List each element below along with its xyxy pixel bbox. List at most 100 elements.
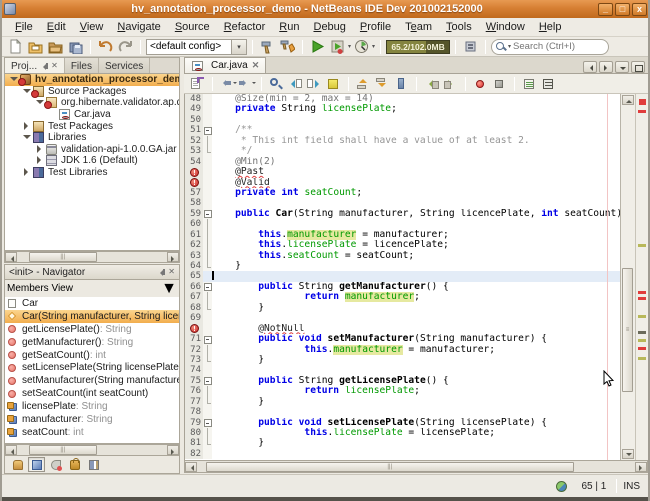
error-stripe[interactable] xyxy=(635,94,648,460)
menu-refactor[interactable]: Refactor xyxy=(217,19,273,35)
menu-navigate[interactable]: Navigate xyxy=(110,19,167,35)
code-line-72[interactable]: 72 this.manufacturer = manufacturer; xyxy=(185,345,648,355)
navigator-members-list[interactable]: CarCar(String manufacturer, String licen… xyxy=(4,297,180,444)
code-line-60[interactable]: 60 xyxy=(185,219,648,229)
expand-icon[interactable] xyxy=(22,122,31,131)
tree-node-jdk-1-6-default-[interactable]: JDK 1.6 (Default) xyxy=(5,155,179,167)
undo-button[interactable] xyxy=(96,38,115,55)
maximize-editor-button[interactable] xyxy=(631,61,645,73)
chevron-down-icon[interactable]: ▼ xyxy=(161,281,177,297)
code-line-48[interactable]: 48 @Size(min = 2, max = 14) xyxy=(185,94,648,104)
config-value[interactable]: <default config> xyxy=(146,39,232,55)
tree-node-car-java[interactable]: Car.java xyxy=(5,109,179,121)
scroll-right-button[interactable] xyxy=(167,252,179,262)
navigator-item-licenseplate[interactable]: licensePlate : String xyxy=(5,400,179,413)
editor-code-lines[interactable]: 48 @Size(min = 2, max = 14)49 private St… xyxy=(184,94,648,460)
next-bookmark-button[interactable] xyxy=(374,76,391,92)
menu-source[interactable]: Source xyxy=(168,19,217,35)
close-panel-icon[interactable]: ✕ xyxy=(51,62,58,70)
code-line-52[interactable]: 52 * This int field shall have a value o… xyxy=(185,136,648,146)
collapse-icon[interactable] xyxy=(22,133,31,142)
sort-by-name-filter-button[interactable] xyxy=(85,457,102,472)
profile-button[interactable] xyxy=(352,38,371,55)
stripe-mark-olive[interactable] xyxy=(638,357,646,360)
code-line-69[interactable]: 69 xyxy=(185,313,648,323)
find-previous-button[interactable] xyxy=(287,76,304,92)
maximize-button[interactable]: □ xyxy=(615,3,630,16)
collapse-icon[interactable] xyxy=(9,75,18,84)
forward-button[interactable] xyxy=(238,76,255,92)
menu-run[interactable]: Run xyxy=(272,19,306,35)
navigator-item-getmanufacturer-[interactable]: getManufacturer() : String xyxy=(5,336,179,349)
scroll-tabs-right-button[interactable] xyxy=(599,61,613,73)
code-line-70[interactable]: ! @NotNull xyxy=(185,324,648,334)
menu-debug[interactable]: Debug xyxy=(306,19,352,35)
scroll-up-button[interactable] xyxy=(622,95,634,105)
new-project-button[interactable] xyxy=(26,38,45,55)
find-button[interactable] xyxy=(268,76,285,92)
shift-line-left-button[interactable] xyxy=(423,76,440,92)
memory-meter[interactable]: 65.2/102.0MB xyxy=(386,40,450,54)
code-line-49[interactable]: 49 private String licensePlate; xyxy=(185,104,648,114)
redo-button[interactable] xyxy=(116,38,135,55)
menu-help[interactable]: Help xyxy=(532,19,569,35)
code-line-64[interactable]: 64 } xyxy=(185,261,648,271)
projects-hscrollbar[interactable]: ||| xyxy=(4,251,180,263)
fold-toggle-icon[interactable] xyxy=(203,334,212,344)
scroll-down-button[interactable] xyxy=(622,449,634,459)
fold-toggle-icon[interactable] xyxy=(203,376,212,386)
search-icon[interactable] xyxy=(496,42,506,52)
expand-icon[interactable] xyxy=(35,145,44,154)
menu-team[interactable]: Team xyxy=(398,19,439,35)
close-panel-icon[interactable]: ✕ xyxy=(168,268,175,276)
navigator-item-car-string-manufacturer-string[interactable]: Car(String manufacturer, String licenceP… xyxy=(5,310,179,323)
editor-hscrollbar[interactable]: ||| xyxy=(184,460,648,473)
scroll-left-button[interactable] xyxy=(5,252,17,262)
tab-files[interactable]: Files xyxy=(65,58,99,73)
code-line-65[interactable]: 65 xyxy=(185,271,648,281)
navigator-item-car[interactable]: Car xyxy=(5,297,179,310)
code-line-54[interactable]: 54 @Min(2) xyxy=(185,157,648,167)
tab-list-dropdown-button[interactable] xyxy=(615,61,629,73)
projects-tree[interactable]: hv_annotation_processor_demoSource Packa… xyxy=(4,73,180,251)
code-line-80[interactable]: 80 this.licensePlate = licensePlate; xyxy=(185,428,648,438)
code-line-63[interactable]: 63 this.seatCount = seatCount; xyxy=(185,251,648,261)
navigator-item-setseatcount-int-seatcount-[interactable]: setSeatCount(int seatCount) xyxy=(5,387,179,400)
code-line-50[interactable]: 50 xyxy=(185,115,648,125)
record-macro-button[interactable] xyxy=(472,76,489,92)
tree-node-test-packages[interactable]: Test Packages xyxy=(5,120,179,132)
code-line-81[interactable]: 81 } xyxy=(185,438,648,448)
navigator-item-manufacturer[interactable]: manufacturer : String xyxy=(5,413,179,426)
menu-view[interactable]: View xyxy=(73,19,111,35)
close-tab-icon[interactable]: ✕ xyxy=(252,60,260,71)
code-line-68[interactable]: 68 } xyxy=(185,303,648,313)
garbage-collect-button[interactable] xyxy=(461,38,480,55)
expand-icon[interactable] xyxy=(22,168,31,177)
stripe-mark-red[interactable] xyxy=(638,110,646,113)
expand-icon[interactable] xyxy=(35,156,44,165)
code-line-74[interactable]: 74 xyxy=(185,365,648,375)
stop-macro-button[interactable] xyxy=(491,76,508,92)
scroll-right-button[interactable] xyxy=(635,462,647,472)
last-edit-button[interactable] xyxy=(189,76,206,92)
code-line-53[interactable]: 53 */ xyxy=(185,146,648,156)
error-gutter-icon[interactable]: ! xyxy=(185,167,203,177)
navigator-item-getlicenseplate-[interactable]: getLicensePlate() : String xyxy=(5,323,179,336)
minimize-panel-icon[interactable] xyxy=(157,268,165,276)
tree-node-org-hibernate-validator-ap-dem[interactable]: org.hibernate.validator.ap.demo xyxy=(5,97,179,109)
code-line-55[interactable]: ! @Past xyxy=(185,167,648,177)
find-next-button[interactable] xyxy=(306,76,323,92)
comment-button[interactable] xyxy=(521,76,538,92)
code-line-62[interactable]: 62 this.licensePlate = licencePlate; xyxy=(185,240,648,250)
scroll-right-button[interactable] xyxy=(167,445,179,455)
code-line-51[interactable]: 51 /** xyxy=(185,125,648,135)
stripe-mark-olive[interactable] xyxy=(638,244,646,247)
editor-tab-car-java[interactable]: Car.java ✕ xyxy=(184,57,266,73)
show-static-members-filter-button[interactable] xyxy=(47,457,64,472)
tree-node-hv_annotation_processor_demo[interactable]: hv_annotation_processor_demo xyxy=(5,74,179,86)
collapse-icon[interactable] xyxy=(35,98,44,107)
uncomment-button[interactable] xyxy=(540,76,557,92)
navigator-item-setmanufacturer-string-manufac[interactable]: setManufacturer(String manufacturer) xyxy=(5,374,179,387)
minimize-button[interactable]: _ xyxy=(598,3,613,16)
run-button[interactable] xyxy=(308,38,327,55)
